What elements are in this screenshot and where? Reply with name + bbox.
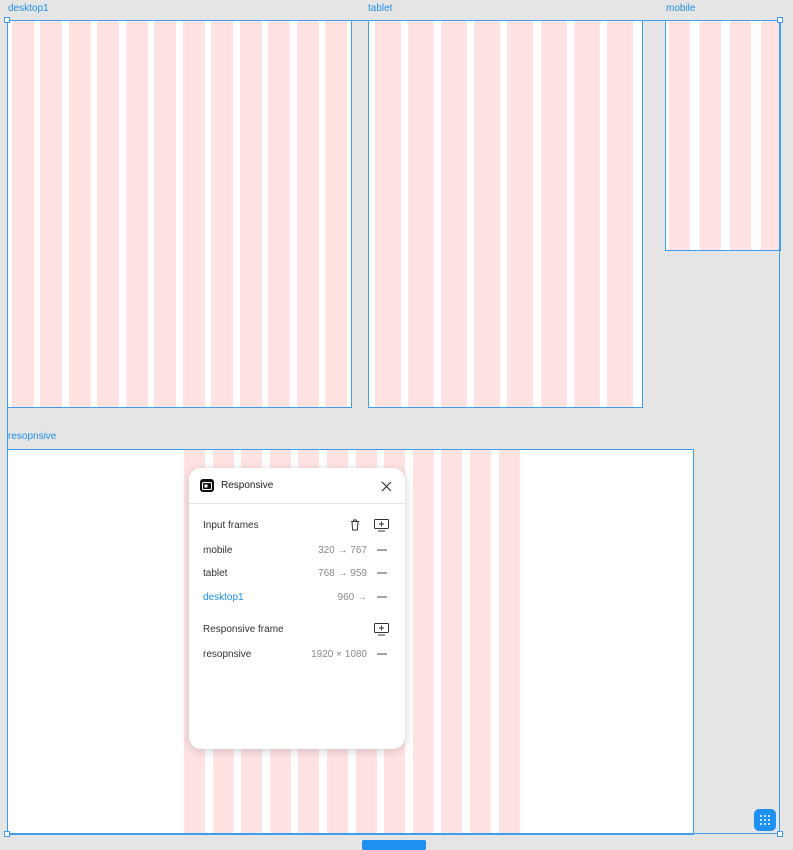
input-frame-range-mobile: 320 → 767 — [318, 545, 367, 556]
minus-icon — [377, 549, 387, 551]
grid-column — [268, 21, 291, 407]
input-frame-name-tablet[interactable]: tablet — [203, 568, 227, 579]
grid-column — [412, 450, 434, 834]
grid-column — [375, 21, 401, 407]
grid-column — [68, 21, 91, 407]
frame-mobile[interactable] — [665, 20, 781, 251]
grid-column — [573, 21, 600, 407]
close-icon — [381, 481, 391, 491]
set-responsive-frame-button[interactable] — [373, 622, 389, 636]
grid-column — [669, 21, 690, 250]
grid-column — [324, 21, 347, 407]
remove-mobile-button[interactable] — [377, 545, 387, 555]
grid-column — [730, 21, 751, 250]
add-frame-icon — [373, 518, 389, 531]
input-frame-name-desktop1[interactable]: desktop1 — [203, 592, 244, 603]
grid-column — [211, 21, 234, 407]
close-button[interactable] — [379, 479, 393, 493]
input-frame-name-mobile[interactable]: mobile — [203, 545, 232, 556]
remove-desktop1-button[interactable] — [377, 592, 387, 602]
minus-icon — [377, 653, 387, 655]
grid-column — [97, 21, 120, 407]
grid-column — [182, 21, 205, 407]
minus-icon — [377, 596, 387, 598]
input-frames-heading: Input frames — [203, 520, 259, 531]
remove-tablet-button[interactable] — [377, 568, 387, 578]
grid-column — [296, 21, 319, 407]
panel-header: Responsive — [189, 468, 405, 504]
grid-column — [507, 21, 534, 407]
grid-column — [474, 21, 501, 407]
remove-responsive-frame-button[interactable] — [377, 649, 387, 659]
grid-column — [154, 21, 177, 407]
dimension-badge — [362, 840, 426, 850]
grid-column — [125, 21, 148, 407]
grid-column — [441, 450, 463, 834]
grid-column — [540, 21, 567, 407]
grid-column — [760, 21, 780, 250]
responsive-frame-heading: Responsive frame — [203, 624, 284, 635]
grid-column — [699, 21, 721, 250]
grid-column — [12, 21, 34, 407]
panel-title: Responsive — [221, 480, 274, 491]
resize-handle-top-right[interactable] — [777, 17, 783, 23]
frame-label-mobile[interactable]: mobile — [666, 3, 695, 15]
responsive-frame-name[interactable]: resopnsive — [203, 649, 251, 660]
resize-handle-bottom-right[interactable] — [777, 831, 783, 837]
trash-icon — [351, 519, 359, 531]
input-frame-range-desktop1: 960 → — [337, 592, 367, 603]
responsive-plugin-panel: Responsive Input frames mobile 320 → 767… — [189, 468, 405, 749]
frame-desktop1[interactable] — [7, 20, 352, 408]
grid-dots-icon — [760, 815, 770, 825]
resize-handle-top-left[interactable] — [4, 17, 10, 23]
grid-column — [441, 21, 468, 407]
frame-tablet[interactable] — [368, 20, 643, 408]
resize-handle-bottom-left[interactable] — [4, 831, 10, 837]
grid-column — [40, 21, 63, 407]
add-input-frame-button[interactable] — [373, 518, 389, 532]
add-frame-icon — [373, 622, 389, 635]
frame-label-tablet[interactable]: tablet — [368, 3, 392, 15]
delete-input-frames-button[interactable] — [347, 518, 363, 532]
minus-icon — [377, 572, 387, 574]
grid-column — [408, 21, 435, 407]
input-frame-range-tablet: 768 → 959 — [318, 568, 367, 579]
responsive-plugin-icon — [200, 479, 214, 492]
frame-label-desktop1[interactable]: desktop1 — [8, 3, 49, 15]
responsive-frame-size: 1920 × 1080 — [311, 649, 367, 660]
grid-column — [239, 21, 262, 407]
grid-column — [606, 21, 633, 407]
grid-column — [470, 450, 491, 834]
layout-grid-button[interactable] — [754, 809, 776, 831]
grid-column — [498, 450, 520, 834]
frame-label-responsive[interactable]: resopnsive — [8, 431, 56, 443]
